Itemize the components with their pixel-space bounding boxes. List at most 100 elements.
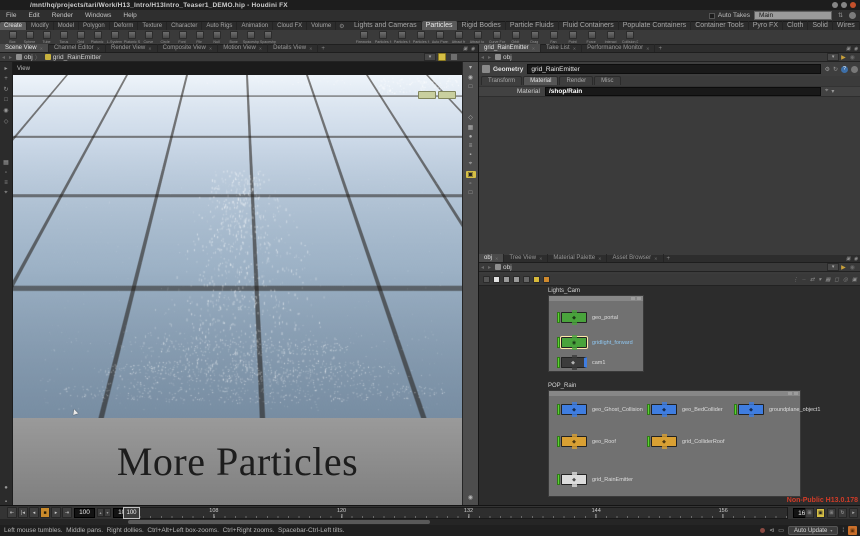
menu-item[interactable]: Windows (79, 12, 117, 19)
step-back-button[interactable]: |◂ (18, 507, 28, 518)
light-node-chip[interactable]: ◉ (561, 337, 587, 348)
back-icon[interactable]: ◂ (0, 54, 7, 61)
display-flag[interactable] (647, 404, 650, 415)
take-spinner-icon[interactable]: ⇅ (836, 12, 845, 19)
shelf-tool[interactable]: Curve Force (487, 30, 506, 44)
scale-tool-icon[interactable]: □ (4, 97, 8, 103)
comment-icon[interactable] (851, 66, 858, 73)
menu-item[interactable]: Edit (22, 12, 45, 19)
rotate-tool-icon[interactable]: ↻ (3, 86, 8, 93)
shelf-tab[interactable]: Animation (237, 22, 273, 30)
auto-takes-checkbox[interactable] (709, 13, 715, 19)
material-path-field[interactable]: /shop/Rain (545, 87, 821, 96)
net-display-icon[interactable] (493, 276, 500, 283)
net-filter-icon[interactable] (483, 276, 490, 283)
new-tab-icon[interactable]: + (318, 46, 328, 52)
snapshot-icon[interactable] (438, 53, 446, 61)
menu-item[interactable]: Help (117, 12, 142, 19)
shelf-tool[interactable]: Collision D (620, 30, 639, 44)
shelf-tool[interactable]: Attract to (468, 30, 487, 44)
shelf-tab[interactable]: Texture (138, 22, 167, 30)
pane-tab[interactable]: Performance Monitor (582, 44, 655, 52)
play-forward-button[interactable]: ▸ (51, 507, 61, 518)
shelf-tool[interactable]: Bone (225, 30, 242, 44)
box-resize-icon[interactable] (794, 392, 798, 395)
snap-edge-icon[interactable]: ⌖ (4, 190, 7, 197)
shelf-tab[interactable]: Solid (808, 21, 833, 30)
pane-maximize-icon[interactable]: ▣ (463, 46, 468, 52)
shelf-tab[interactable]: Model (54, 22, 79, 30)
geo-node-chip[interactable]: ◆ (561, 436, 587, 447)
playbar-menu-icon[interactable]: ▸ (849, 508, 858, 518)
new-tab-icon[interactable]: + (655, 46, 665, 52)
pane-tab[interactable]: Tree View (504, 254, 548, 262)
network-box-header[interactable] (549, 296, 643, 301)
pane-maximize-icon[interactable]: ▣ (846, 46, 851, 52)
shelf-tool[interactable]: Fireworks (354, 30, 373, 44)
path-dropdown[interactable]: ▾ (827, 53, 839, 61)
move-tool-icon[interactable]: + (4, 76, 8, 82)
display-flag[interactable] (557, 357, 560, 368)
net-fullscreen-icon[interactable]: ▣ (852, 277, 857, 283)
message-log-icon[interactable]: ▭ (778, 527, 784, 534)
takes-icon[interactable] (849, 12, 856, 19)
viewport[interactable]: View More Particles ▲ (13, 62, 462, 505)
gear-icon[interactable]: ⚙ (825, 66, 830, 73)
shelf-tab[interactable]: Modify (27, 22, 54, 30)
display-flag[interactable] (647, 436, 650, 447)
pane-tab[interactable]: grid_RainEmitter (479, 44, 541, 52)
wire-mode-icon[interactable]: ▦ (466, 124, 476, 131)
goto-node-icon[interactable]: ▶ (839, 54, 848, 61)
houdini-update-icon[interactable]: ▣ (848, 526, 857, 535)
geo-node-chip[interactable]: ◆ (651, 404, 677, 415)
pin-icon[interactable] (450, 53, 458, 61)
network-node[interactable]: ◆ groundplane_object1 (734, 404, 820, 415)
record-icon[interactable] (760, 528, 765, 533)
network-node[interactable]: ◆ grid_RainEmitter (557, 474, 633, 485)
shelf-tool[interactable]: Particles fr (392, 30, 411, 44)
shelf-tab[interactable]: Volume (307, 22, 336, 30)
box-resize-icon[interactable] (637, 297, 641, 300)
shelf-tool[interactable]: Particles fr (411, 30, 430, 44)
snap-grid-icon[interactable]: ▦ (3, 159, 9, 166)
dopnet-icon[interactable]: ◉ (468, 495, 473, 501)
grid-toggle-icon[interactable]: ≡ (466, 143, 476, 149)
pane-tab[interactable]: Composite View (158, 44, 219, 52)
help-icon[interactable]: ? (841, 66, 848, 73)
jump-start-button[interactable]: ⇤ (7, 507, 17, 518)
shelf-tool[interactable]: Font (174, 30, 191, 44)
parameter-tab[interactable]: Render (559, 76, 593, 85)
network-box[interactable]: ◆ geo_portal ◉ gridlight_forward ◆ cam1 (548, 295, 644, 372)
new-tab-icon[interactable]: + (664, 256, 674, 262)
shelf-tab[interactable]: Deform (110, 22, 139, 30)
shade-mode-icon[interactable]: ◇ (466, 114, 476, 121)
display-flag[interactable] (557, 474, 560, 485)
back-icon[interactable]: ◂ (479, 264, 486, 271)
box-minimize-icon[interactable] (631, 297, 635, 300)
camera-node-chip[interactable]: ◆ (561, 357, 587, 368)
net-align-icon[interactable]: ⇄ (810, 277, 815, 283)
shelf-tool[interactable]: Attract fr (449, 30, 468, 44)
take-selector[interactable]: Main (754, 11, 832, 20)
network-box[interactable]: ◆ geo_Ghost_Collision ◆ geo_BedCollider … (548, 390, 801, 497)
play-reverse-button[interactable]: ◂ (29, 507, 39, 518)
parameter-tab[interactable]: Misc (594, 76, 620, 85)
shelf-tool[interactable]: Particles fr (373, 30, 392, 44)
shelf-tool[interactable]: Point (563, 30, 582, 44)
network-box-title[interactable]: POP_Rain (548, 383, 576, 389)
net-overview-icon[interactable]: ▦ (825, 277, 830, 283)
shelf-tab[interactable]: Cloud FX (273, 22, 307, 30)
pane-link-icon[interactable]: ◉ (848, 54, 857, 61)
pane-tab[interactable]: obj (479, 254, 504, 262)
path-root[interactable]: obj (24, 54, 33, 61)
geo-node-chip[interactable]: ◆ (738, 404, 764, 415)
network-canvas[interactable]: Lights_Cam ◆ geo_portal ◉ gridlight_forw… (479, 286, 860, 505)
forward-icon[interactable]: ▸ (7, 54, 14, 61)
pose-tool-icon[interactable]: ◉ (3, 107, 8, 114)
network-node[interactable]: ◆ geo_Roof (557, 436, 616, 447)
pane-tab[interactable]: Motion View (218, 44, 268, 52)
snapshot-active-icon[interactable]: ▣ (466, 171, 476, 178)
snap-prim-icon[interactable]: ≡ (4, 180, 8, 186)
shelf-tool[interactable]: Auto Paren (430, 30, 449, 44)
snap-point-icon[interactable]: ▫ (5, 170, 7, 176)
